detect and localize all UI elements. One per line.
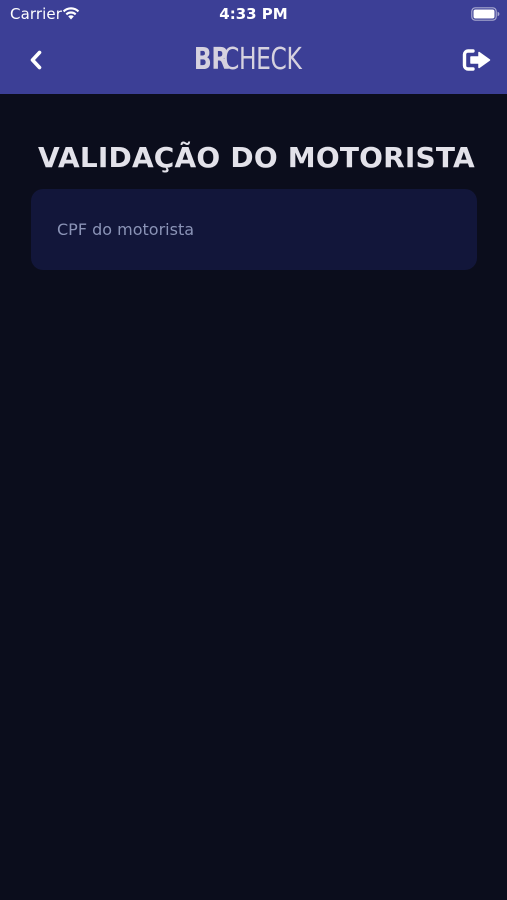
exit-button[interactable] — [461, 46, 493, 74]
app-header: Carrier 4:33 PM BRCHECK — [0, 0, 507, 94]
status-bar: Carrier 4:33 PM — [0, 0, 507, 28]
brcheck-logo: BRCHECK — [0, 42, 507, 78]
logo-check: CHECK — [222, 42, 302, 77]
sign-out-icon — [462, 49, 491, 71]
cpf-input[interactable] — [31, 189, 477, 270]
battery-icon — [471, 7, 500, 21]
page-title: VALIDAÇÃO DO MOTORISTA — [38, 140, 475, 174]
status-time: 4:33 PM — [219, 5, 288, 23]
cpf-field-container — [31, 189, 477, 270]
